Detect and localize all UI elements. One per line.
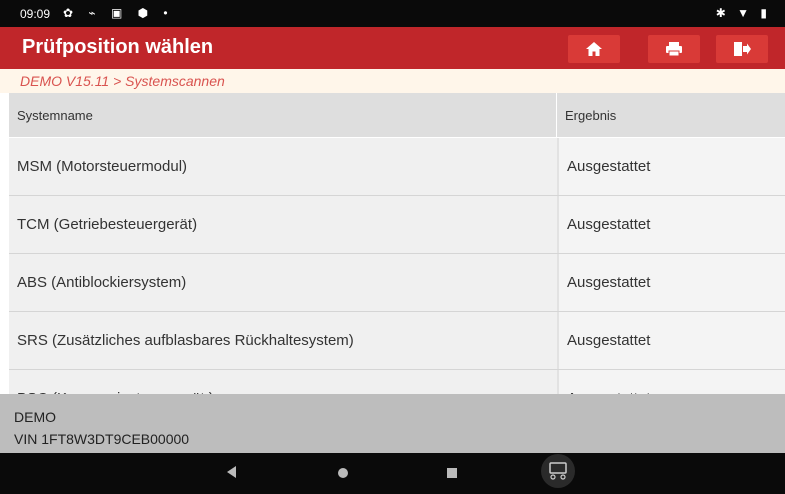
system-name: MSM (Motorsteuermodul) — [17, 158, 188, 175]
title-bar: Prüfposition wählen — [0, 27, 785, 69]
system-result: Ausgestattet — [557, 196, 785, 253]
system-name: ABS (Antiblockiersystem) — [17, 274, 187, 291]
home-button[interactable] — [568, 35, 620, 63]
column-header-system: Systemname — [17, 108, 93, 123]
table-row[interactable]: BSC (Karosseriesteuergerät ) Ausgestatte… — [9, 370, 785, 394]
circle-icon — [338, 465, 348, 483]
system-table[interactable]: Systemname Ergebnis MSM (Motorsteuermodu… — [9, 93, 785, 394]
print-icon — [665, 41, 683, 57]
system-result: Ausgestattet — [557, 312, 785, 369]
exit-icon — [733, 41, 751, 57]
breadcrumb-text: DEMO V15.11 > Systemscannen — [20, 73, 225, 89]
system-name: TCM (Getriebesteuergerät) — [17, 216, 198, 233]
exit-button[interactable] — [716, 35, 768, 63]
back-icon — [227, 465, 237, 483]
android-nav-bar — [0, 453, 785, 494]
vci-button[interactable] — [540, 453, 576, 494]
system-icons: ✱ ▼ ▮ — [715, 6, 771, 20]
system-name: SRS (Zusätzliches aufblasbares Rückhalte… — [17, 332, 354, 349]
vehicle-info-footer: DEMO VIN 1FT8W3DT9CEB00000 — [0, 394, 785, 453]
table-header: Systemname Ergebnis — [9, 93, 785, 137]
table-row[interactable]: ABS (Antiblockiersystem) Ausgestattet — [9, 254, 785, 312]
car-diagnostic-icon — [540, 453, 576, 494]
system-result: Ausgestattet — [557, 138, 785, 195]
square-icon — [447, 465, 457, 483]
vehicle-model: DEMO — [14, 409, 56, 425]
vehicle-vin: VIN 1FT8W3DT9CEB00000 — [14, 431, 190, 447]
notification-icons: ✿ ⌁ ▣ ⬢ • — [63, 6, 174, 20]
recents-button[interactable] — [440, 453, 464, 494]
table-row[interactable]: TCM (Getriebesteuergerät) Ausgestattet — [9, 196, 785, 254]
page-title: Prüfposition wählen — [22, 36, 214, 58]
breadcrumb: DEMO V15.11 > Systemscannen — [0, 69, 785, 93]
print-button[interactable] — [648, 35, 700, 63]
table-row[interactable]: MSM (Motorsteuermodul) Ausgestattet — [9, 138, 785, 196]
system-status-bar: 09:09 ✿ ⌁ ▣ ⬢ • ✱ ▼ ▮ — [0, 0, 785, 27]
home-icon — [585, 41, 603, 57]
back-button[interactable] — [220, 453, 244, 494]
system-name: BSC (Karosseriesteuergerät ) — [9, 370, 555, 394]
column-header-result: Ergebnis — [565, 108, 617, 123]
table-row[interactable]: SRS (Zusätzliches aufblasbares Rückhalte… — [9, 312, 785, 370]
status-time: 09:09 — [20, 7, 51, 21]
system-result: Ausgestattet — [557, 370, 785, 394]
home-nav-button[interactable] — [331, 453, 355, 494]
system-result: Ausgestattet — [557, 254, 785, 311]
